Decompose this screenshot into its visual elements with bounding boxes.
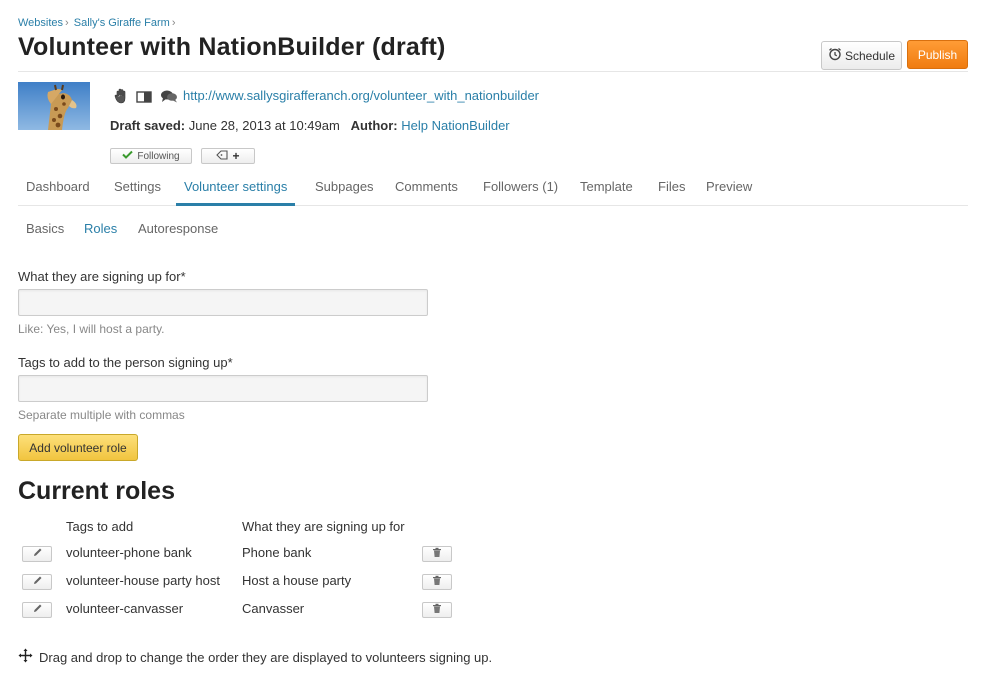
tab-settings[interactable]: Settings — [106, 172, 169, 206]
page-title: Volunteer with NationBuilder (draft) — [18, 33, 446, 61]
following-label: Following — [137, 150, 180, 162]
tags-label: Tags to add to the person signing up* — [18, 355, 233, 370]
add-tag-button[interactable]: + — [201, 148, 255, 164]
alarm-clock-icon — [828, 47, 842, 64]
breadcrumb-separator: › — [65, 17, 69, 29]
drag-drop-note: Drag and drop to change the order they a… — [18, 648, 492, 666]
column-header-tags: Tags to add — [66, 519, 134, 534]
author-link[interactable]: Help NationBuilder — [401, 118, 509, 133]
trash-icon — [432, 601, 442, 619]
pencil-icon — [32, 573, 43, 591]
pencil-icon — [32, 545, 43, 563]
table-row[interactable]: volunteer-canvasser Canvasser — [22, 600, 462, 622]
breadcrumb-websites[interactable]: Websites — [18, 17, 63, 29]
tab-subpages[interactable]: Subpages — [307, 172, 382, 206]
role-description: Canvasser — [242, 601, 305, 616]
page-thumbnail[interactable] — [18, 82, 90, 130]
plus-icon: + — [232, 149, 240, 163]
main-tabs: Dashboard Settings Volunteer settings Su… — [18, 172, 968, 206]
checkmark-icon — [122, 150, 134, 162]
tab-template[interactable]: Template — [572, 172, 641, 206]
column-header-what: What they are signing up for — [242, 519, 405, 534]
draft-info: Draft saved: June 28, 2013 at 10:49am Au… — [110, 118, 510, 133]
speech-bubbles-icon[interactable] — [160, 89, 178, 108]
tab-followers[interactable]: Followers (1) — [475, 172, 566, 206]
current-roles-title: Current roles — [18, 477, 175, 505]
delete-button[interactable] — [422, 574, 452, 590]
delete-button[interactable] — [422, 546, 452, 562]
tab-files[interactable]: Files — [650, 172, 693, 206]
role-tag: volunteer-house party host — [66, 573, 220, 588]
trash-icon — [432, 545, 442, 563]
hand-icon[interactable] — [114, 88, 128, 109]
breadcrumb-separator: › — [171, 17, 176, 29]
role-tag: volunteer-canvasser — [66, 601, 184, 616]
author-label: Author: — [350, 118, 398, 133]
subtab-roles[interactable]: Roles — [76, 221, 125, 236]
pencil-icon — [32, 601, 43, 619]
role-description: Host a house party — [242, 573, 352, 588]
signing-up-hint: Like: Yes, I will host a party. — [18, 322, 165, 336]
breadcrumb-site[interactable]: Sally's Giraffe Farm — [74, 17, 170, 29]
edit-button[interactable] — [22, 574, 52, 590]
table-row[interactable]: volunteer-phone bank Phone bank — [22, 544, 462, 566]
drag-note-text: Drag and drop to change the order they a… — [39, 649, 493, 665]
tags-hint: Separate multiple with commas — [18, 408, 185, 422]
draft-date: June 28, 2013 at 10:49am — [188, 118, 340, 133]
title-divider — [18, 71, 968, 72]
schedule-button[interactable]: Schedule — [821, 41, 902, 70]
signing-up-input[interactable] — [18, 289, 428, 316]
publish-button[interactable]: Publish — [907, 40, 968, 69]
tag-icon — [216, 149, 229, 163]
table-row[interactable]: volunteer-house party host Host a house … — [22, 572, 462, 594]
trash-icon — [432, 573, 442, 591]
layout-icon[interactable] — [136, 90, 152, 108]
role-description: Phone bank — [242, 545, 312, 560]
tab-preview[interactable]: Preview — [698, 172, 760, 206]
edit-button[interactable] — [22, 546, 52, 562]
schedule-label: Schedule — [844, 48, 896, 63]
add-volunteer-role-button[interactable]: Add volunteer role — [18, 434, 138, 461]
move-arrows-icon — [18, 648, 33, 666]
subtab-autoresponse[interactable]: Autoresponse — [130, 221, 226, 236]
page-icon-row — [114, 88, 178, 109]
tags-input[interactable] — [18, 375, 428, 402]
signing-up-label: What they are signing up for* — [18, 269, 186, 284]
role-tag: volunteer-phone bank — [66, 545, 192, 560]
breadcrumb: Websites › Sally's Giraffe Farm › — [18, 17, 177, 29]
page-url-link[interactable]: http://www.sallysgirafferanch.org/volunt… — [183, 88, 539, 103]
tab-dashboard[interactable]: Dashboard — [18, 172, 98, 206]
following-button[interactable]: Following — [110, 148, 192, 164]
tab-comments[interactable]: Comments — [387, 172, 466, 206]
subtab-basics[interactable]: Basics — [18, 221, 72, 236]
tab-volunteer-settings[interactable]: Volunteer settings — [176, 172, 296, 206]
edit-button[interactable] — [22, 602, 52, 618]
delete-button[interactable] — [422, 602, 452, 618]
draft-saved-label: Draft saved: — [110, 118, 186, 133]
